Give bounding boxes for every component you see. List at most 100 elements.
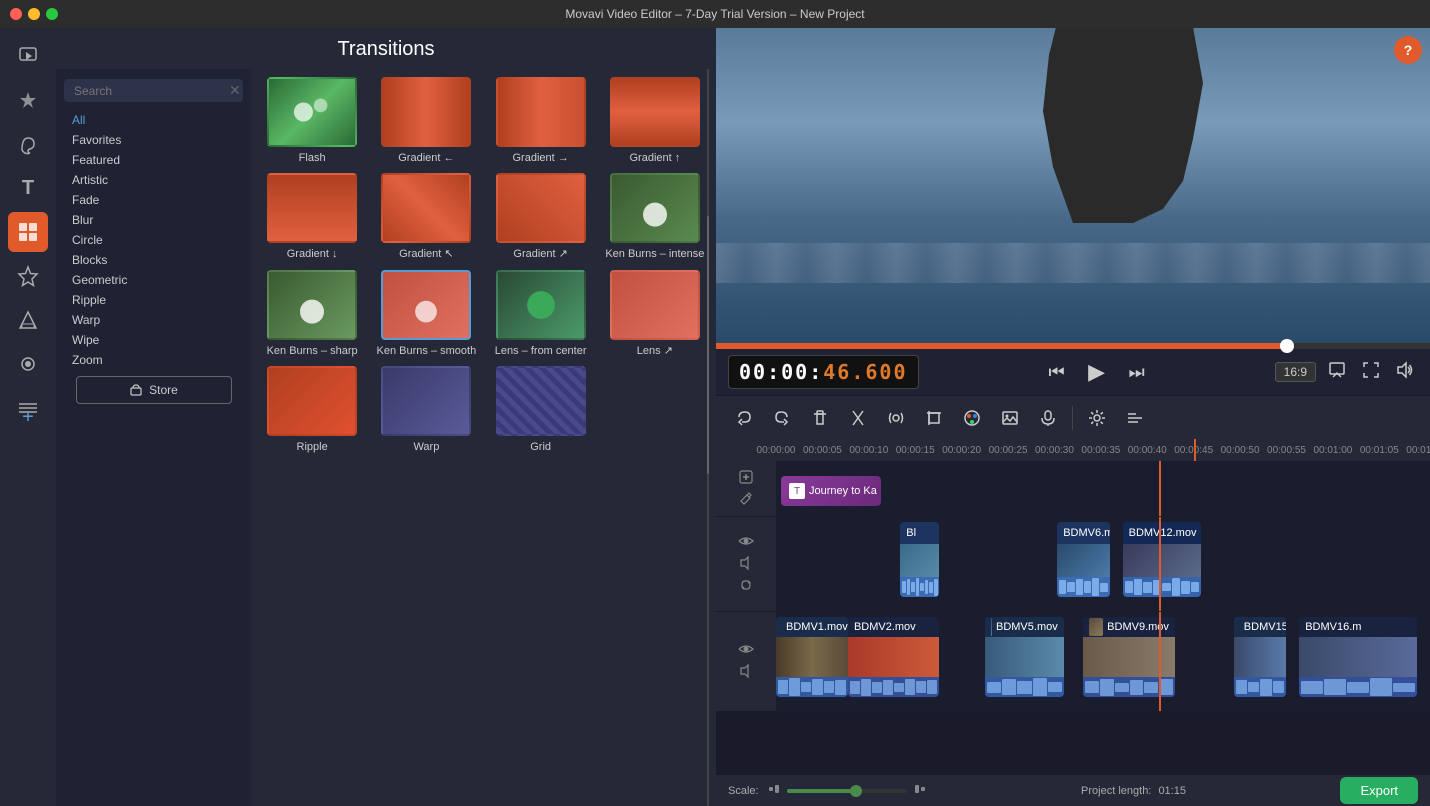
maximize-button[interactable]: [46, 8, 58, 20]
wb1: [778, 680, 788, 694]
store-button[interactable]: Store: [76, 376, 232, 404]
transition-ripple[interactable]: Ripple: [259, 366, 365, 454]
transition-flash[interactable]: Flash: [259, 77, 365, 165]
scale-track[interactable]: [787, 789, 907, 793]
category-wipe[interactable]: Wipe: [56, 330, 251, 350]
wb30: [1301, 681, 1323, 694]
aspect-ratio-badge: 16:9: [1275, 362, 1316, 382]
search-input[interactable]: [74, 84, 229, 98]
transition-gradient-left[interactable]: Gradient ←: [373, 77, 479, 165]
crop-button[interactable]: [918, 402, 950, 434]
category-artistic[interactable]: Artistic: [56, 170, 251, 190]
preview-area: ? 00:00:46.600 ⏮ ▶ ⏭ 16:9: [716, 28, 1430, 395]
upper-track-visibility-icon[interactable]: [738, 533, 754, 552]
tool-transform[interactable]: [8, 300, 48, 340]
category-blur[interactable]: Blur: [56, 210, 251, 230]
category-ripple[interactable]: Ripple: [56, 290, 251, 310]
close-button[interactable]: [10, 8, 22, 20]
w8: [934, 579, 938, 596]
upper-clip-bl[interactable]: Bl: [900, 522, 939, 597]
category-zoom[interactable]: Zoom: [56, 350, 251, 370]
transition-gradient-diag2[interactable]: Gradient ↗: [488, 173, 594, 261]
upper-clip-bdmv6-header: BDMV6.mov: [1057, 522, 1109, 544]
progress-handle[interactable]: [1280, 339, 1294, 353]
scale-bar: [767, 782, 927, 799]
transition-gradient-down[interactable]: Gradient ↓: [259, 173, 365, 261]
category-featured[interactable]: Featured: [56, 150, 251, 170]
upper-clip-bdmv6[interactable]: BDMV6.mov: [1057, 522, 1109, 597]
transition-gradient-diag1[interactable]: Gradient ↖: [373, 173, 479, 261]
upper-clip-bl-header: Bl: [900, 522, 939, 544]
tool-titles[interactable]: T: [8, 168, 48, 208]
transition-kb-smooth[interactable]: Ken Burns – smooth: [373, 270, 479, 358]
skip-to-end-button[interactable]: ⏭: [1121, 356, 1153, 388]
transition-warp[interactable]: Warp: [373, 366, 479, 454]
audio-record-button[interactable]: [1032, 402, 1064, 434]
export-frame-button[interactable]: [1324, 357, 1350, 388]
category-favorites[interactable]: Favorites: [56, 130, 251, 150]
transition-gradient-right[interactable]: Gradient →: [488, 77, 594, 165]
tool-color[interactable]: [8, 124, 48, 164]
time-70: 00:01:10: [1406, 445, 1430, 456]
upper-clip-bdmv12[interactable]: BDMV12.mov: [1123, 522, 1201, 597]
main-clip-bdmv9-thumb: [1083, 637, 1175, 677]
tool-media[interactable]: [8, 36, 48, 76]
wave-sim-4: [1083, 677, 1175, 697]
wb26: [1236, 680, 1247, 694]
cut-button[interactable]: [842, 402, 874, 434]
image-button[interactable]: [994, 402, 1026, 434]
help-button[interactable]: ?: [1394, 36, 1422, 64]
scale-thumb[interactable]: [850, 785, 862, 797]
main-clip-bdmv2[interactable]: BDMV2.mov: [848, 617, 940, 697]
color-button[interactable]: [956, 402, 988, 434]
tool-stickers[interactable]: [8, 256, 48, 296]
category-circle[interactable]: Circle: [56, 230, 251, 250]
wb5: [824, 681, 834, 693]
category-warp[interactable]: Warp: [56, 310, 251, 330]
transition-kb-intense[interactable]: Ken Burns – intense: [602, 173, 708, 261]
transition-kb-sharp[interactable]: Ken Burns – sharp: [259, 270, 365, 358]
skip-to-start-button[interactable]: ⏮: [1041, 356, 1073, 388]
scale-plus-icon: [913, 782, 927, 799]
time-65: 00:01:05: [1360, 445, 1399, 456]
store-icon: [129, 383, 143, 397]
minimize-button[interactable]: [28, 8, 40, 20]
undo-button[interactable]: [728, 402, 760, 434]
play-button[interactable]: ▶: [1081, 356, 1113, 388]
main-clip-bdmv9[interactable]: BDMV9.mov: [1083, 617, 1175, 697]
search-clear-button[interactable]: ✕: [229, 82, 241, 99]
redo-button[interactable]: [766, 402, 798, 434]
main-track-audio-icon[interactable]: [738, 663, 754, 682]
rotate-button[interactable]: [880, 402, 912, 434]
category-fade[interactable]: Fade: [56, 190, 251, 210]
upper-track-audio-icon[interactable]: [738, 555, 754, 574]
tool-effects[interactable]: [8, 80, 48, 120]
transition-gradient-diag1-thumb: [381, 173, 471, 243]
main-track-visibility-icon[interactable]: [738, 641, 754, 660]
properties-button[interactable]: [1119, 402, 1151, 434]
playback-progress[interactable]: [716, 343, 1430, 349]
upper-track-link-icon[interactable]: [738, 577, 754, 596]
scale-fill: [787, 789, 859, 793]
delete-button[interactable]: [804, 402, 836, 434]
title-clip[interactable]: T Journey to Ka: [781, 476, 881, 506]
transition-flash-thumb: [267, 77, 357, 147]
fullscreen-button[interactable]: [1358, 357, 1384, 388]
main-clip-bdmv16[interactable]: BDMV16.m: [1299, 617, 1417, 697]
category-blocks[interactable]: Blocks: [56, 250, 251, 270]
tool-transitions[interactable]: [8, 212, 48, 252]
export-button[interactable]: Export: [1340, 777, 1418, 804]
transition-lens[interactable]: Lens ↗: [602, 270, 708, 358]
transition-gradient-left-thumb: [381, 77, 471, 147]
settings-button[interactable]: [1081, 402, 1113, 434]
transition-grid[interactable]: Grid: [488, 366, 594, 454]
tool-record[interactable]: [8, 344, 48, 384]
volume-button[interactable]: [1392, 357, 1418, 388]
main-clip-bdmv5[interactable]: BDMV5.mov: [985, 617, 1063, 697]
category-geometric[interactable]: Geometric: [56, 270, 251, 290]
transition-gradient-up[interactable]: Gradient ↑: [602, 77, 708, 165]
main-clip-bdmv15[interactable]: BDMV15.mov: [1234, 617, 1286, 697]
category-all[interactable]: All: [56, 110, 251, 130]
transition-lens-center[interactable]: Lens – from center: [488, 270, 594, 358]
main-clip-bdmv1[interactable]: BDMV1.mov: [776, 617, 848, 697]
